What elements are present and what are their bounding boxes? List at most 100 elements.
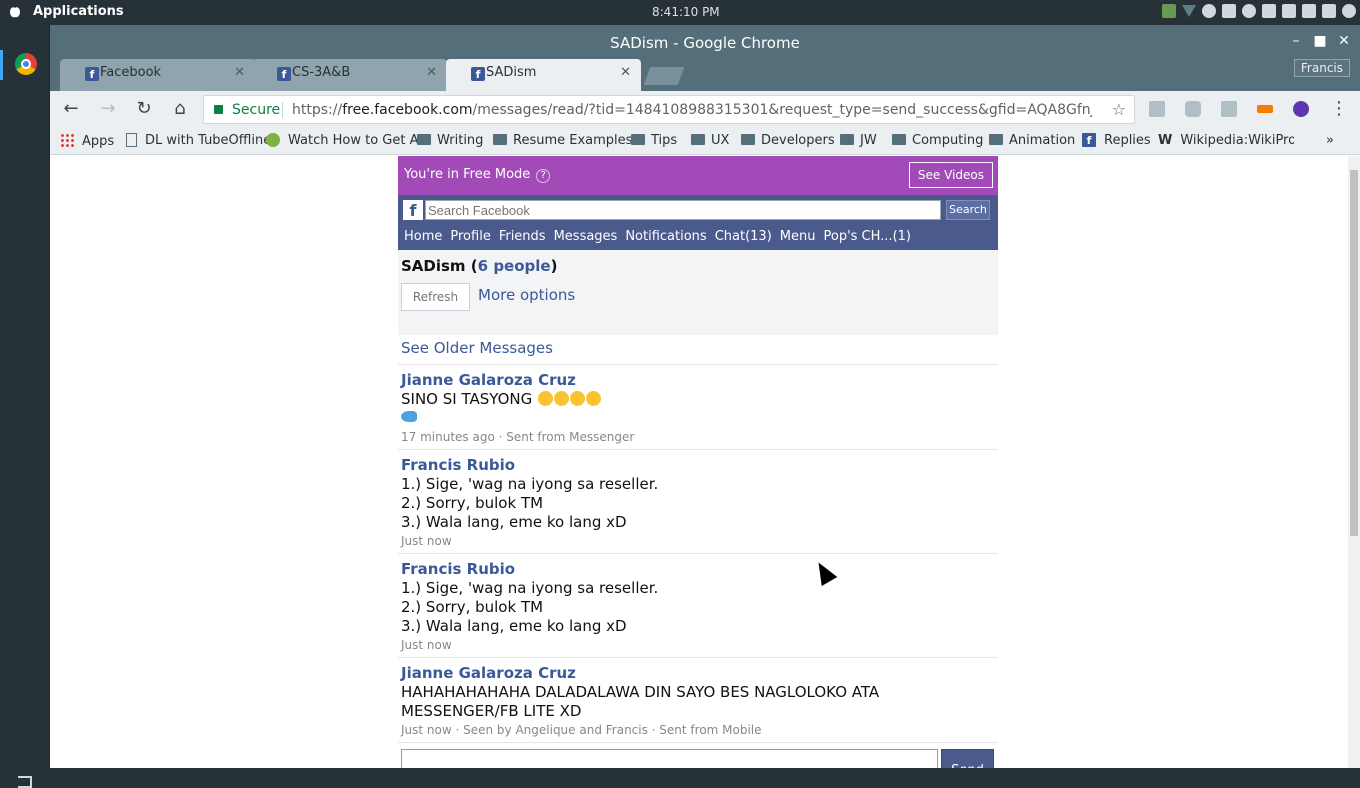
minimize-icon[interactable]: – (1288, 33, 1304, 49)
nav-messages[interactable]: Messages (554, 229, 618, 250)
page-scrollbar[interactable] (1348, 156, 1360, 768)
nav-profile[interactable]: Profile (450, 229, 490, 250)
bookmarks-overflow-icon[interactable]: » (1326, 133, 1334, 148)
nav-notifications[interactable]: Notifications (625, 229, 706, 250)
refresh-button[interactable]: Refresh (401, 283, 470, 311)
message-text: 3.) Wala lang, eme ko lang xD (401, 617, 627, 635)
notifications-icon[interactable] (1242, 4, 1256, 18)
bookmark-replies[interactable]: f Replies (1082, 133, 1151, 148)
folder-icon (989, 134, 1003, 145)
tab-label: Facebook (100, 65, 162, 80)
chrome-app-icon[interactable] (15, 53, 37, 75)
bookmark-watch-how[interactable]: Watch How to Get A (266, 133, 418, 148)
message-author[interactable]: Francis Rubio (401, 560, 995, 579)
battery-icon[interactable] (1302, 4, 1316, 18)
extension-orange-icon[interactable] (1257, 105, 1273, 113)
tab-facebook[interactable]: f Facebook ✕ (60, 59, 255, 91)
message-author[interactable]: Jianne Galaroza Cruz (401, 371, 995, 390)
bookmark-dl-tubeoffline[interactable]: DL with TubeOffline (126, 133, 271, 148)
search-button[interactable]: Search (946, 200, 990, 220)
see-videos-button[interactable]: See Videos (908, 162, 993, 188)
bookmark-folder-resume[interactable]: Resume Examples (493, 133, 632, 148)
back-icon[interactable]: ← (61, 99, 81, 119)
bookmark-folder-jw[interactable]: JW (840, 133, 877, 148)
nav-menu[interactable]: Menu (780, 229, 816, 250)
see-older-messages-link[interactable]: See Older Messages (398, 335, 998, 365)
url-text[interactable]: https://free.facebook.com/messages/read/… (292, 102, 1092, 118)
wifi-icon[interactable] (1182, 5, 1196, 17)
battery-status-icon[interactable] (1162, 4, 1176, 18)
scrollbar-thumb[interactable] (1350, 170, 1358, 536)
folder-icon (840, 134, 854, 145)
message-item: Francis Rubio 1.) Sige, 'wag na iyong sa… (398, 554, 998, 658)
image-icon[interactable] (1262, 4, 1276, 18)
power-icon[interactable] (1342, 4, 1356, 18)
new-tab-button[interactable] (643, 67, 685, 85)
message-text: 1.) Sige, 'wag na iyong sa reseller. (401, 475, 659, 493)
more-options-link[interactable]: More options (478, 286, 575, 304)
search-input[interactable] (425, 200, 941, 220)
nav-pops-ch[interactable]: Pop's CH...(1) (823, 229, 911, 250)
menu-dots-icon[interactable]: ⋮ (1329, 99, 1349, 119)
hd-icon[interactable] (1221, 101, 1237, 117)
volume-icon[interactable] (1322, 4, 1336, 18)
help-icon[interactable]: ? (536, 169, 551, 183)
facebook-favicon-icon: f (471, 67, 485, 81)
laughing-emoji-icon (570, 391, 586, 406)
logout-icon[interactable] (18, 776, 32, 788)
bookmark-folder-ux[interactable]: UX (691, 133, 729, 148)
extension-icon[interactable] (1149, 101, 1165, 117)
address-bar[interactable]: Secure https://free.facebook.com/message… (203, 95, 1135, 124)
folder-icon (417, 134, 431, 145)
nav-chat[interactable]: Chat(13) (715, 229, 772, 250)
clipboard-icon[interactable] (1222, 4, 1236, 18)
reload-icon[interactable]: ↻ (134, 99, 154, 119)
message-text: 2.) Sorry, bulok TM (401, 598, 544, 616)
secure-label: Secure (232, 102, 281, 118)
close-tab-icon[interactable]: ✕ (426, 65, 437, 80)
bookmark-folder-writing[interactable]: Writing (417, 133, 483, 148)
bookmark-star-icon[interactable]: ☆ (1112, 100, 1126, 119)
free-mode-text: You're in Free Mode? (404, 167, 551, 183)
close-window-icon[interactable]: ✕ (1336, 33, 1352, 49)
applications-menu[interactable]: Applications (33, 4, 124, 19)
facebook-favicon-icon: f (85, 67, 99, 81)
camera-icon[interactable] (1185, 101, 1201, 117)
bookmark-folder-computing[interactable]: Computing (892, 133, 983, 148)
nav-home[interactable]: Home (404, 229, 442, 250)
extension-user-icon[interactable] (1293, 101, 1309, 117)
bookmark-wikipedia[interactable]: WWikipedia:WikiProjec (1158, 133, 1294, 148)
tab-sadism[interactable]: f SADism ✕ (446, 59, 641, 91)
folder-icon (741, 134, 755, 145)
facebook-logo-icon[interactable]: f (403, 200, 423, 220)
system-clock[interactable]: 8:41:10 PM (652, 5, 720, 19)
bookmark-folder-tips[interactable]: Tips (631, 133, 677, 148)
message-item: Jianne Galaroza Cruz HAHAHAHAHAHA DALADA… (398, 658, 998, 743)
message-text: HAHAHAHAHAHA DALADALAWA DIN SAYO BES NAG… (401, 683, 880, 701)
bookmark-apps[interactable]: Apps (60, 133, 114, 149)
settings-icon[interactable] (1202, 4, 1216, 18)
forward-icon[interactable]: → (98, 99, 118, 119)
maximize-icon[interactable]: ■ (1312, 33, 1328, 49)
apple-icon[interactable] (8, 5, 22, 19)
home-icon[interactable]: ⌂ (170, 99, 190, 119)
message-item: Jianne Galaroza Cruz SINO SI TASYONG 17 … (398, 365, 998, 450)
tab-cs-3a-b[interactable]: f CS-3A&B ✕ (252, 59, 447, 91)
title-bar: SADism - Google Chrome – ■ ✕ Francis f F… (50, 25, 1360, 91)
close-tab-icon[interactable]: ✕ (234, 65, 245, 80)
tab-label: CS-3A&B (292, 65, 351, 80)
free-mode-banner: You're in Free Mode? See Videos (398, 156, 998, 195)
send-button[interactable]: Send (941, 749, 994, 768)
laughing-emoji-icon (538, 391, 554, 406)
message-author[interactable]: Jianne Galaroza Cruz (401, 664, 995, 683)
message-author[interactable]: Francis Rubio (401, 456, 995, 475)
message-input[interactable] (401, 749, 938, 768)
people-link[interactable]: 6 people (478, 257, 551, 275)
bookmark-folder-developers[interactable]: Developers (741, 133, 835, 148)
window-icon[interactable] (1282, 4, 1296, 18)
profile-button[interactable]: Francis (1293, 59, 1350, 77)
message-text: 3.) Wala lang, eme ko lang xD (401, 513, 627, 531)
close-tab-icon[interactable]: ✕ (620, 65, 631, 80)
bookmark-folder-animation[interactable]: Animation (989, 133, 1075, 148)
nav-friends[interactable]: Friends (499, 229, 546, 250)
